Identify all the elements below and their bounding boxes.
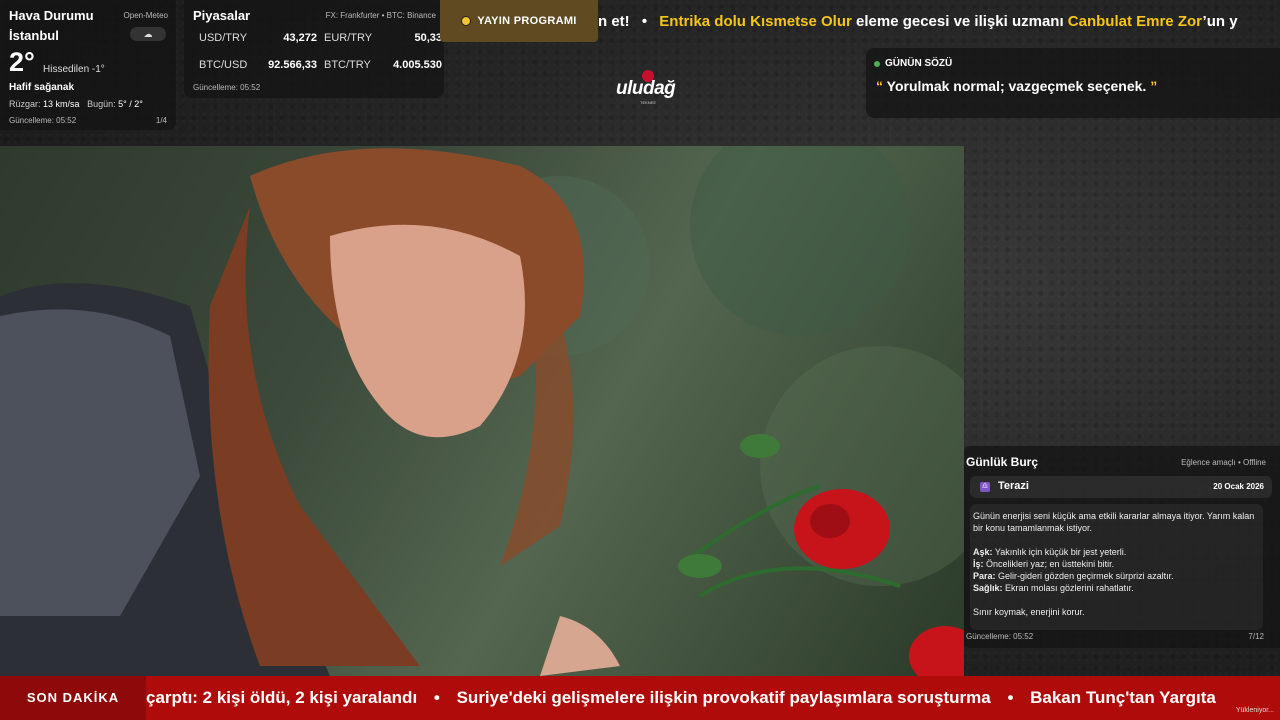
horoscope-body: Günün enerjisi seni küçük ama etkili kar… — [970, 504, 1263, 630]
ticker-lead: n et! — [598, 13, 630, 30]
logo-text: uludağ — [616, 78, 676, 99]
horoscope-title: Günlük Burç — [966, 455, 1039, 469]
weather-source: Open-Meteo — [123, 11, 168, 20]
ticker-text-end: ’un y — [1202, 13, 1238, 30]
rate-btc-try: BTC/TRY 4.005.530 — [324, 59, 442, 71]
quote-close-mark: ” — [1150, 78, 1158, 94]
horoscope-item-money: Para: Gelir-gideri gözden geçirmek sürpr… — [973, 570, 1263, 582]
breaking-separator: • — [433, 688, 440, 707]
ticker-highlight-show: Entrika dolu Kısmetse Olur — [659, 13, 852, 30]
video-player[interactable] — [0, 146, 964, 676]
rate-label: BTC/USD — [199, 59, 248, 71]
weather-updated: Güncelleme: 05:52 — [9, 116, 77, 125]
horoscope-widget: Günlük Burç Eğlence amaçlı • Offline ♎ T… — [964, 446, 1280, 648]
quote-dot-icon — [874, 60, 880, 67]
weather-condition: Hafif sağanak — [9, 82, 75, 93]
rate-label: BTC/TRY — [324, 59, 371, 71]
channel-logo: uludağ TEKNEE — [616, 70, 682, 105]
quote-label: GÜNÜN SÖZÜ — [885, 58, 953, 69]
weather-feels-like: Hissedilen -1° — [43, 64, 105, 75]
today-value: 5° / 2° — [118, 99, 143, 109]
weather-title: Hava Durumu — [9, 8, 94, 23]
item-key: Aşk: — [973, 547, 993, 557]
quote-open-mark: “ — [876, 78, 883, 94]
rate-value: 92.566,33 — [268, 59, 317, 71]
weather-page-indicator: 1/4 — [155, 116, 167, 125]
item-text: Öncelikleri yaz; en üsttekini bitir. — [986, 559, 1115, 569]
video-frame-illustration — [0, 146, 964, 676]
libra-icon: ♎ — [980, 482, 990, 492]
weather-widget: Hava Durumu Open-Meteo İstanbul ☁ 2° His… — [0, 0, 176, 130]
rate-eur-try: EUR/TRY 50,33 — [324, 32, 442, 44]
markets-updated: Güncelleme: 05:52 — [193, 83, 261, 92]
quote-body: “ Yorulmak normal; vazgeçmek seçenek. ” — [876, 78, 1157, 94]
logo-subtext: TEKNEE — [640, 100, 657, 105]
horoscope-item-work: İş: Öncelikleri yaz; en üsttekini bitir. — [973, 558, 1263, 570]
breaking-separator: • — [1007, 688, 1014, 707]
item-text: Gelir-gideri gözden geçirmek sürprizi az… — [998, 571, 1174, 581]
item-key: İş: — [973, 559, 984, 569]
weather-details: Rüzgar: 13 km/sa Bugün: 5° / 2° — [9, 99, 143, 109]
rate-btc-usd: BTC/USD 92.566,33 — [199, 59, 317, 71]
item-key: Sağlık: — [973, 583, 1003, 593]
markets-widget: Piyasalar FX: Frankfurter • BTC: Binance… — [184, 0, 444, 98]
horoscope-closing: Sınır koymak, enerjini korur. — [973, 607, 1085, 617]
breaking-news-item: çarptı: 2 kişi öldü, 2 kişi yaralandı — [146, 688, 418, 707]
weather-temperature: 2° — [9, 47, 35, 77]
rate-value: 4.005.530 — [393, 59, 442, 71]
quote-header: GÜNÜN SÖZÜ — [874, 58, 952, 69]
ticker-text: eleme gecesi ve ilişki uzmanı — [856, 13, 1064, 30]
rate-label: USD/TRY — [199, 32, 248, 44]
today-label: Bugün: — [87, 99, 116, 109]
horoscope-note: Eğlence amaçlı • Offline — [1181, 458, 1266, 467]
horoscope-item-love: Aşk: Yakınlık için küçük bir jest yeterl… — [973, 546, 1263, 558]
cloud-rain-icon: ☁ — [130, 27, 166, 41]
horoscope-date: 20 Ocak 2026 — [1213, 482, 1264, 491]
breaking-news-item: Suriye'deki gelişmelere ilişkin provokat… — [456, 688, 991, 707]
breaking-news-ticker: çarptı: 2 kişi öldü, 2 kişi yaralandı • … — [0, 676, 1280, 720]
rate-usd-try: USD/TRY 43,272 — [199, 32, 317, 44]
breaking-news-item: Bakan Tunç'tan Yargıta — [1030, 688, 1216, 707]
rate-value: 50,33 — [414, 32, 442, 44]
item-text: Ekran molası gözlerini rahatlatır. — [1005, 583, 1134, 593]
ticker-separator: • — [641, 13, 648, 30]
horoscope-updated: Güncelleme: 05:52 — [966, 632, 1034, 641]
item-text: Yakınlık için küçük bir jest yeterli. — [994, 547, 1127, 557]
ticker-highlight-person: Canbulat Emre Zor — [1067, 13, 1203, 30]
horoscope-page-indicator: 7/12 — [1248, 632, 1264, 641]
rate-value: 43,272 — [283, 32, 317, 44]
breaking-news-items: çarptı: 2 kişi öldü, 2 kişi yaralandı • … — [146, 676, 1216, 720]
breaking-news-label: SON DAKİKA — [0, 676, 146, 720]
horoscope-sign-header: ♎ Terazi 20 Ocak 2026 — [970, 476, 1272, 498]
horoscope-sign-name: Terazi — [998, 480, 1029, 492]
schedule-dot-icon — [461, 16, 472, 26]
horoscope-intro: Günün enerjisi seni küçük ama etkili kar… — [973, 511, 1255, 533]
quote-text: Yorulmak normal; vazgeçmek seçenek. — [886, 78, 1147, 94]
top-news-ticker: n et! • Entrika dolu Kısmetse Olur eleme… — [598, 0, 1280, 44]
item-key: Para: — [973, 571, 996, 581]
schedule-label: YAYIN PROGRAMI — [477, 15, 577, 27]
markets-source: FX: Frankfurter • BTC: Binance — [325, 11, 436, 20]
markets-title: Piyasalar — [193, 8, 251, 23]
weather-city: İstanbul — [9, 28, 59, 43]
horoscope-item-health: Sağlık: Ekran molası gözlerini rahatlatı… — [973, 582, 1263, 594]
wind-label: Rüzgar: — [9, 99, 41, 109]
quote-widget: GÜNÜN SÖZÜ “ Yorulmak normal; vazgeçmek … — [866, 48, 1280, 118]
wind-value: 13 km/sa — [43, 99, 80, 109]
loading-indicator: Yükleniyor... — [1235, 707, 1274, 714]
rate-label: EUR/TRY — [324, 32, 373, 44]
schedule-button[interactable]: YAYIN PROGRAMI — [440, 0, 598, 42]
